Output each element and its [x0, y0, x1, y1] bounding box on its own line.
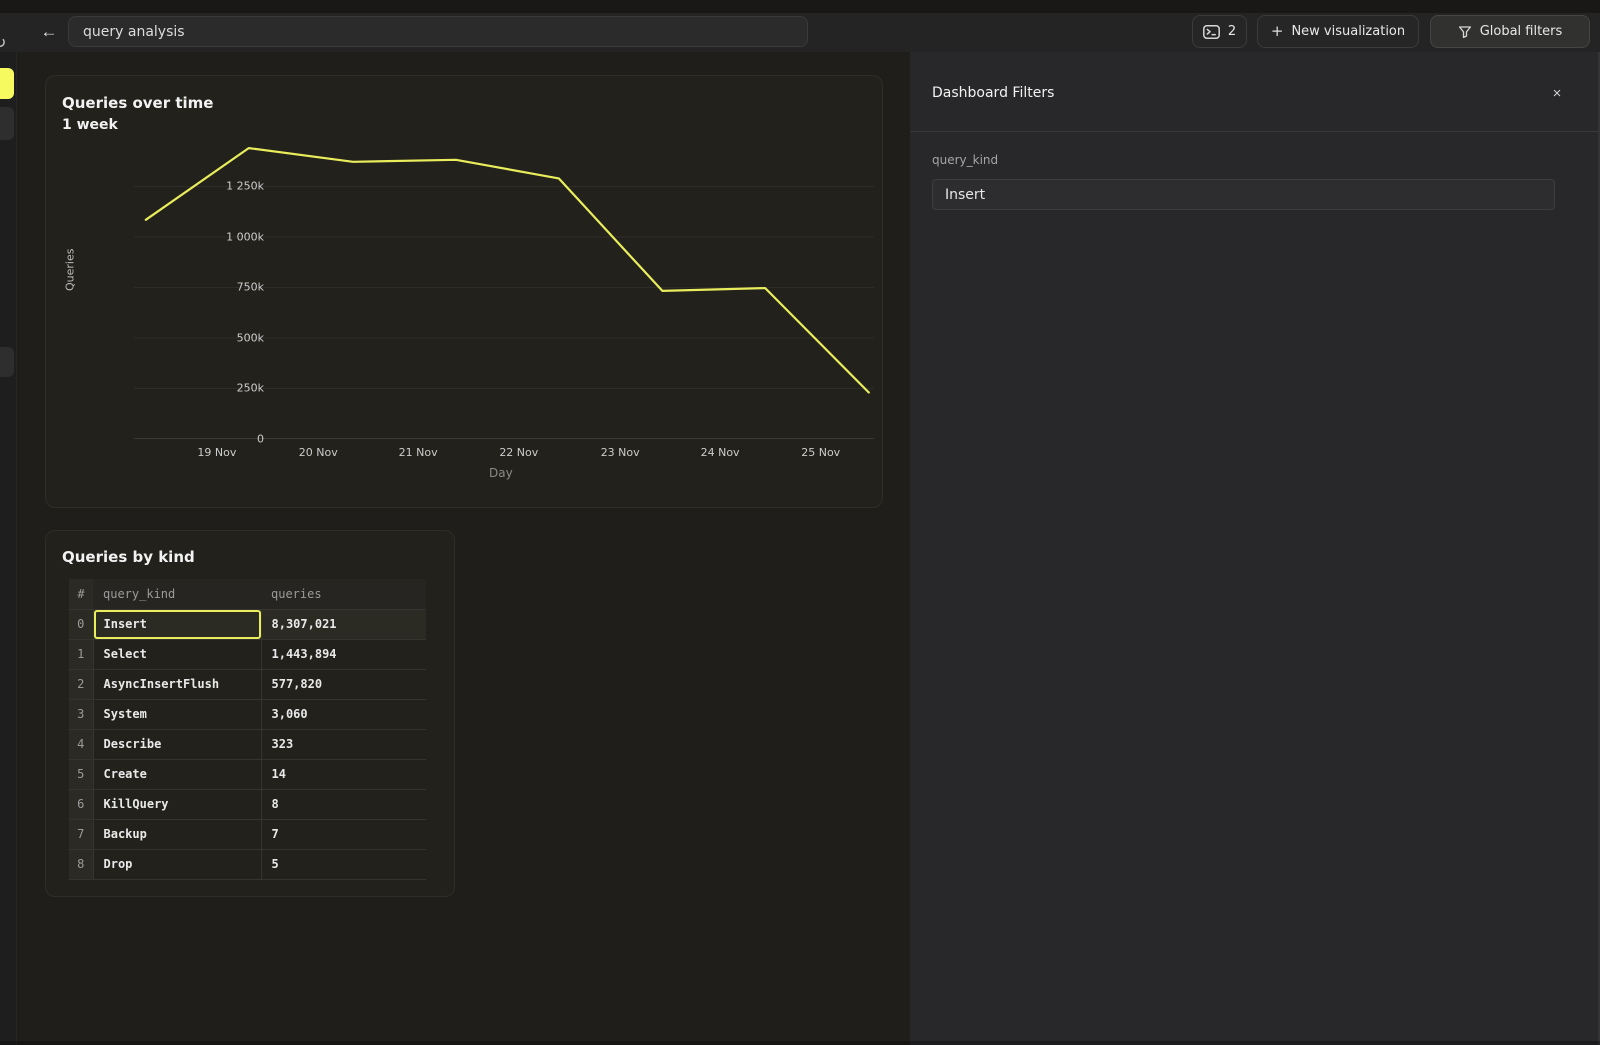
console-count-button[interactable]: 2 — [1192, 15, 1247, 48]
x-axis-label: Day — [489, 466, 513, 480]
query-kind-cell[interactable]: AsyncInsertFlush — [93, 669, 261, 699]
y-tick-label: 750k — [237, 281, 264, 294]
table-row: 1Select1,443,894 — [69, 639, 426, 669]
filter-field-label: query_kind — [932, 153, 998, 167]
table-header-query_kind: query_kind — [93, 579, 261, 609]
table-row: 2AsyncInsertFlush577,820 — [69, 669, 426, 699]
query-kind-filter-input[interactable] — [932, 179, 1555, 210]
queries-value-cell[interactable]: 5 — [261, 849, 426, 879]
x-tick-label: 25 Nov — [801, 446, 840, 459]
row-index-cell: 1 — [69, 639, 93, 669]
y-tick-label: 250k — [237, 382, 264, 395]
y-tick-label: 1 250k — [226, 180, 264, 193]
console-icon — [1203, 25, 1220, 39]
queries-value-cell[interactable]: 8 — [261, 789, 426, 819]
filters-panel-title: Dashboard Filters — [932, 85, 1054, 101]
x-tick-label: 19 Nov — [197, 446, 236, 459]
row-index-cell: 4 — [69, 729, 93, 759]
query-kind-cell[interactable]: Describe — [93, 729, 261, 759]
dashboard-title-input[interactable] — [68, 16, 808, 47]
topbar: ↻ ← 2 + New visualization Global filters — [0, 13, 1600, 52]
row-index-cell: 8 — [69, 849, 93, 879]
row-index-cell: 0 — [69, 609, 93, 639]
row-index-cell: 5 — [69, 759, 93, 789]
query-kind-cell[interactable]: Drop — [93, 849, 261, 879]
x-tick-label: 23 Nov — [601, 446, 640, 459]
table-row: 8Drop5 — [69, 849, 426, 879]
sidebar-item-yellow[interactable] — [0, 68, 14, 99]
row-index-cell: 6 — [69, 789, 93, 819]
table-row: 7Backup7 — [69, 819, 426, 849]
plus-icon: + — [1271, 22, 1284, 40]
global-filters-label: Global filters — [1480, 24, 1563, 39]
y-tick-label: 500k — [237, 331, 264, 344]
x-tick-label: 20 Nov — [299, 446, 338, 459]
y-tick-label: 0 — [257, 433, 264, 446]
queries-value-cell[interactable]: 14 — [261, 759, 426, 789]
main-canvas: Queries over time 1 week Queries Day 025… — [17, 52, 910, 1045]
x-tick-label: 21 Nov — [399, 446, 438, 459]
table-header-row: #query_kindqueries — [69, 579, 426, 609]
table-row: 4Describe323 — [69, 729, 426, 759]
row-index-cell: 3 — [69, 699, 93, 729]
new-visualization-button[interactable]: + New visualization — [1257, 15, 1419, 48]
table-title: Queries by kind — [62, 548, 195, 566]
y-axis-label: Queries — [64, 249, 77, 291]
funnel-icon — [1458, 25, 1472, 39]
query-kind-cell[interactable]: Create — [93, 759, 261, 789]
chart-subtitle: 1 week — [62, 117, 118, 133]
close-icon[interactable]: × — [1546, 82, 1568, 104]
table-row: 0Insert8,307,021 — [69, 609, 426, 639]
table-card-queries-by-kind: Queries by kind #query_kindqueries 0Inse… — [45, 530, 455, 897]
window-top-strip — [0, 0, 1600, 13]
queries-value-cell[interactable]: 1,443,894 — [261, 639, 426, 669]
queries-value-cell[interactable]: 577,820 — [261, 669, 426, 699]
filters-panel-header: Dashboard Filters × — [910, 52, 1600, 132]
back-button[interactable]: ← — [36, 19, 62, 45]
queries-value-cell[interactable]: 3,060 — [261, 699, 426, 729]
dashboard-app: ↻ ← 2 + New visualization Global filters — [0, 0, 1600, 1045]
sidebar-item-1[interactable] — [0, 107, 14, 140]
queries-value-cell[interactable]: 7 — [261, 819, 426, 849]
query-kind-cell[interactable]: KillQuery — [93, 789, 261, 819]
y-tick-label: 1 000k — [226, 230, 264, 243]
query-kind-cell[interactable]: Select — [93, 639, 261, 669]
x-tick-label: 22 Nov — [499, 446, 538, 459]
queries-value-cell[interactable]: 323 — [261, 729, 426, 759]
table-row: 6KillQuery8 — [69, 789, 426, 819]
x-tick-label: 24 Nov — [701, 446, 740, 459]
new-visualization-label: New visualization — [1291, 24, 1405, 39]
table-header-queries: queries — [261, 579, 426, 609]
chart-title: Queries over time — [62, 94, 213, 112]
row-index-cell: 7 — [69, 819, 93, 849]
table-header-index: # — [69, 579, 93, 609]
row-index-cell: 2 — [69, 669, 93, 699]
sidebar-item-2[interactable] — [0, 347, 14, 377]
table-row: 5Create14 — [69, 759, 426, 789]
console-count: 2 — [1228, 24, 1236, 39]
query-kind-cell[interactable]: System — [93, 699, 261, 729]
sidebar — [0, 52, 17, 1045]
query-kind-cell[interactable]: Insert — [93, 609, 261, 639]
queries-value-cell[interactable]: 8,307,021 — [261, 609, 426, 639]
window-bottom-strip — [0, 1041, 1600, 1045]
global-filters-button[interactable]: Global filters — [1430, 15, 1590, 48]
table-row: 3System3,060 — [69, 699, 426, 729]
chart-card-queries-over-time: Queries over time 1 week Queries Day 0 25… — [45, 75, 883, 508]
dashboard-filters-panel: Dashboard Filters × query_kind — [910, 52, 1600, 1045]
queries-by-kind-table: #query_kindqueries 0Insert8,307,0211Sele… — [69, 579, 426, 880]
history-refresh-icon[interactable]: ↻ — [0, 33, 6, 52]
query-kind-cell[interactable]: Backup — [93, 819, 261, 849]
